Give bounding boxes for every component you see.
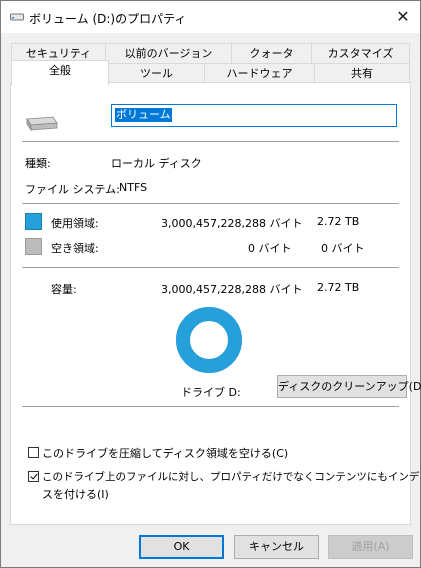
- capacity-bytes: 3,000,457,228,288 バイト: [161, 283, 303, 296]
- separator: [22, 406, 399, 407]
- title-bar: ボリューム (D:)のプロパティ ✕: [1, 1, 420, 33]
- tab-hardware[interactable]: ハードウェア: [204, 63, 315, 84]
- free-space-size: 0 バイト: [321, 242, 365, 255]
- tab-quota[interactable]: クォータ: [231, 43, 312, 64]
- type-label: 種類:: [25, 157, 51, 170]
- usage-donut-chart: [176, 307, 242, 373]
- disk-cleanup-button[interactable]: ディスクのクリーンアップ(D): [277, 375, 421, 398]
- used-space-bytes: 3,000,457,228,288 バイト: [161, 217, 303, 230]
- index-checkbox[interactable]: [28, 471, 39, 482]
- tab-general[interactable]: 全般: [11, 60, 109, 85]
- filesystem-value: NTFS: [119, 181, 148, 194]
- ok-button[interactable]: OK: [139, 535, 224, 559]
- window-title: ボリューム (D:)のプロパティ: [29, 12, 187, 26]
- compress-label[interactable]: このドライブを圧縮してディスク領域を空ける(C): [42, 445, 288, 461]
- volume-name-input[interactable]: ボリューム: [111, 104, 397, 127]
- compress-checkbox[interactable]: [28, 447, 39, 458]
- tab-sharing[interactable]: 共有: [314, 63, 410, 84]
- used-space-size: 2.72 TB: [317, 215, 360, 228]
- tab-previous-versions[interactable]: 以前のバージョン: [105, 43, 232, 64]
- index-label-line1[interactable]: このドライブ上のファイルに対し、プロパティだけでなくコンテンツにもインデック: [42, 469, 421, 484]
- tab-customize[interactable]: カスタマイズ: [311, 43, 410, 64]
- general-tab-panel: ボリューム 種類: ローカル ディスク ファイル システム: NTFS 使用領域…: [10, 82, 421, 525]
- volume-name-text: ボリューム: [115, 108, 172, 122]
- apply-button[interactable]: 適用(A): [328, 535, 413, 559]
- free-space-swatch: [25, 238, 42, 255]
- free-space-label: 空き領域:: [51, 242, 99, 255]
- used-space-label: 使用領域:: [51, 217, 99, 230]
- filesystem-label: ファイル システム:: [25, 183, 120, 196]
- free-space-bytes: 0 バイト: [248, 242, 292, 255]
- drive-icon: [10, 13, 24, 21]
- properties-window: ボリューム (D:)のプロパティ ✕ セキュリティ 以前のバージョン クォータ …: [0, 0, 421, 568]
- cancel-button[interactable]: キャンセル: [234, 535, 319, 559]
- tab-tools[interactable]: ツール: [108, 63, 205, 84]
- separator: [22, 267, 399, 268]
- used-space-swatch: [25, 213, 42, 230]
- separator: [22, 203, 399, 204]
- drive-large-icon: [26, 116, 58, 132]
- index-label-line2[interactable]: スを付ける(I): [42, 486, 109, 502]
- drive-letter-label: ドライブ D:: [181, 386, 241, 399]
- separator: [22, 141, 399, 142]
- type-value: ローカル ディスク: [111, 157, 202, 170]
- close-button[interactable]: ✕: [390, 5, 416, 29]
- used-space-ring: [176, 307, 242, 373]
- capacity-size: 2.72 TB: [317, 281, 360, 294]
- capacity-label: 容量:: [51, 283, 77, 296]
